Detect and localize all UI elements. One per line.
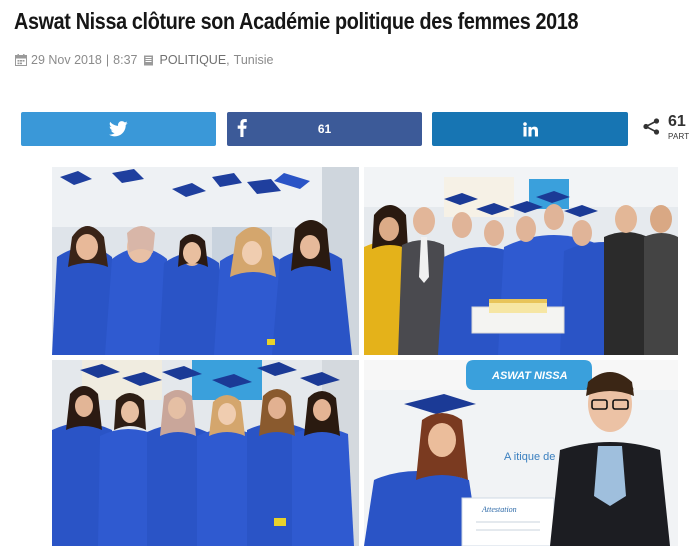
attestation-text: Attestation: [481, 505, 517, 514]
meta-separator: |: [105, 53, 110, 67]
banner-logo-text: ASWAT NISSA: [491, 370, 568, 382]
photo-graduates-group[interactable]: [52, 360, 359, 546]
facebook-icon: [237, 119, 247, 137]
share-icon: [643, 118, 660, 135]
photo-group-cake[interactable]: [364, 167, 678, 355]
total-shares: 61 PART: [643, 113, 691, 145]
article-date: 29 Nov 2018: [31, 53, 102, 67]
total-share-label: PART: [668, 132, 690, 141]
facebook-share-count: 61: [317, 122, 332, 136]
calendar-icon: [15, 54, 27, 66]
linkedin-icon: [522, 121, 538, 137]
article-time: 8:37: [113, 53, 138, 67]
twitter-icon: [109, 121, 128, 137]
facebook-share-button[interactable]: 61: [227, 112, 422, 146]
linkedin-share-button[interactable]: [432, 112, 628, 146]
photo-graduates-caps[interactable]: [52, 167, 359, 355]
article-meta: 29 Nov 2018 | 8:37 POLITIQUE , Tunisie: [15, 53, 274, 67]
category-link[interactable]: POLITIQUE: [159, 53, 226, 67]
twitter-share-button[interactable]: [21, 112, 216, 146]
photo-attestation[interactable]: ASWAT NISSA A itique de Attestation: [364, 360, 678, 546]
folder-icon: [143, 55, 155, 66]
tag-link[interactable]: Tunisie: [234, 53, 274, 67]
banner-subtext: A itique de: [504, 451, 555, 463]
article-title: Aswat Nissa clôture son Académie politiq…: [14, 8, 579, 34]
article-page: Aswat Nissa clôture son Académie politiq…: [0, 0, 692, 559]
total-share-count: 61: [668, 113, 686, 130]
meta-comma: ,: [226, 53, 230, 67]
